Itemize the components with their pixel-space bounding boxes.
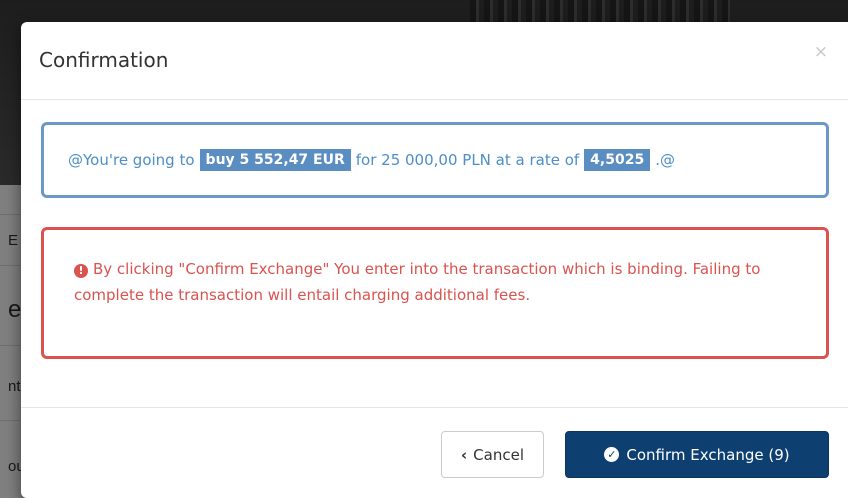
close-icon[interactable]: × — [814, 44, 828, 61]
info-prefix: @You're going to — [68, 151, 195, 169]
modal-header: Confirmation × — [21, 22, 848, 100]
warning-text: By clicking "Confirm Exchange" You enter… — [74, 260, 761, 304]
info-suffix: .@ — [655, 151, 675, 169]
modal-footer: ‹ Cancel ✓ Confirm Exchange (9) — [21, 407, 848, 498]
confirm-label: Confirm Exchange (9) — [626, 445, 790, 464]
cancel-button[interactable]: ‹ Cancel — [441, 431, 544, 478]
confirm-exchange-button[interactable]: ✓ Confirm Exchange (9) — [565, 431, 829, 478]
chevron-left-icon: ‹ — [460, 445, 468, 464]
exclamation-circle-icon: ! — [74, 264, 88, 278]
info-middle: for 25 000,00 PLN at a rate of — [355, 151, 580, 169]
cancel-label: Cancel — [473, 445, 524, 464]
modal-title: Confirmation — [39, 48, 169, 72]
check-circle-icon: ✓ — [604, 447, 620, 462]
exchange-info-box: @You're going to buy 5 552,47 EUR for 25… — [41, 122, 829, 198]
confirmation-modal: Confirmation × @You're going to buy 5 55… — [21, 22, 848, 498]
rate-highlight: 4,5025 — [584, 149, 651, 171]
buy-amount-highlight: buy 5 552,47 EUR — [199, 149, 351, 171]
binding-warning-box: ! By clicking "Confirm Exchange" You ente… — [41, 227, 829, 359]
